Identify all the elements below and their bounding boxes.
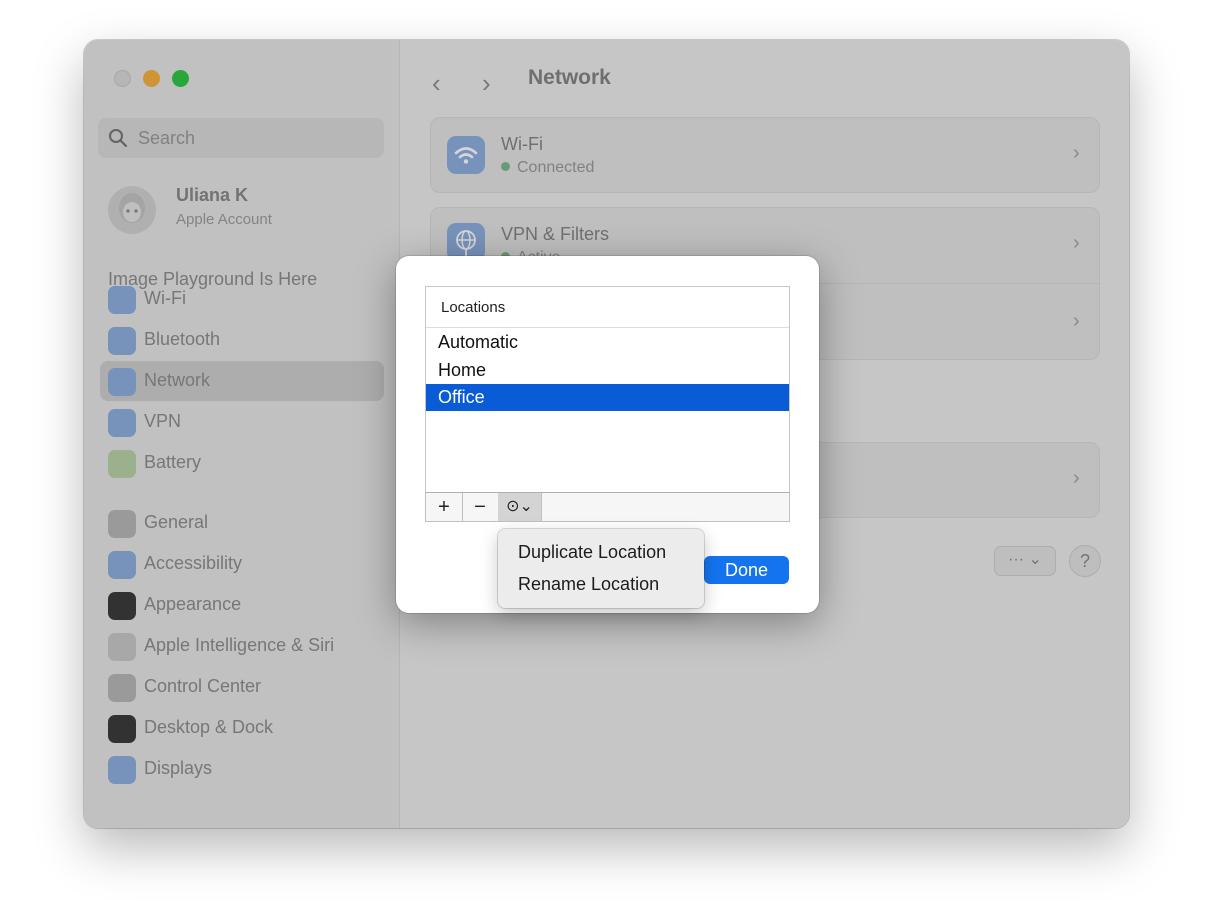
actions-menu: Duplicate Location Rename Location	[498, 529, 704, 608]
locations-list[interactable]: Locations Automatic Home Office	[425, 286, 790, 493]
location-name: Automatic	[438, 332, 519, 352]
list-header: Locations	[426, 287, 789, 328]
rename-location-item[interactable]: Rename Location	[518, 574, 659, 595]
done-button[interactable]: Done	[704, 556, 789, 584]
location-row[interactable]: Automatic	[426, 329, 789, 356]
add-location-button[interactable]: +	[426, 493, 463, 521]
location-name: Home	[438, 359, 487, 380]
location-row[interactable]: Office	[426, 384, 789, 411]
duplicate-location-item[interactable]: Duplicate Location	[518, 542, 666, 563]
location-row[interactable]: Home	[426, 357, 789, 384]
actions-menu-button[interactable]: ⊙⌄	[498, 493, 542, 521]
list-header-label: Locations	[441, 299, 506, 316]
location-name: Office	[438, 387, 485, 407]
list-toolbar: + − ⊙⌄	[425, 492, 790, 522]
remove-location-button[interactable]: −	[462, 493, 499, 521]
